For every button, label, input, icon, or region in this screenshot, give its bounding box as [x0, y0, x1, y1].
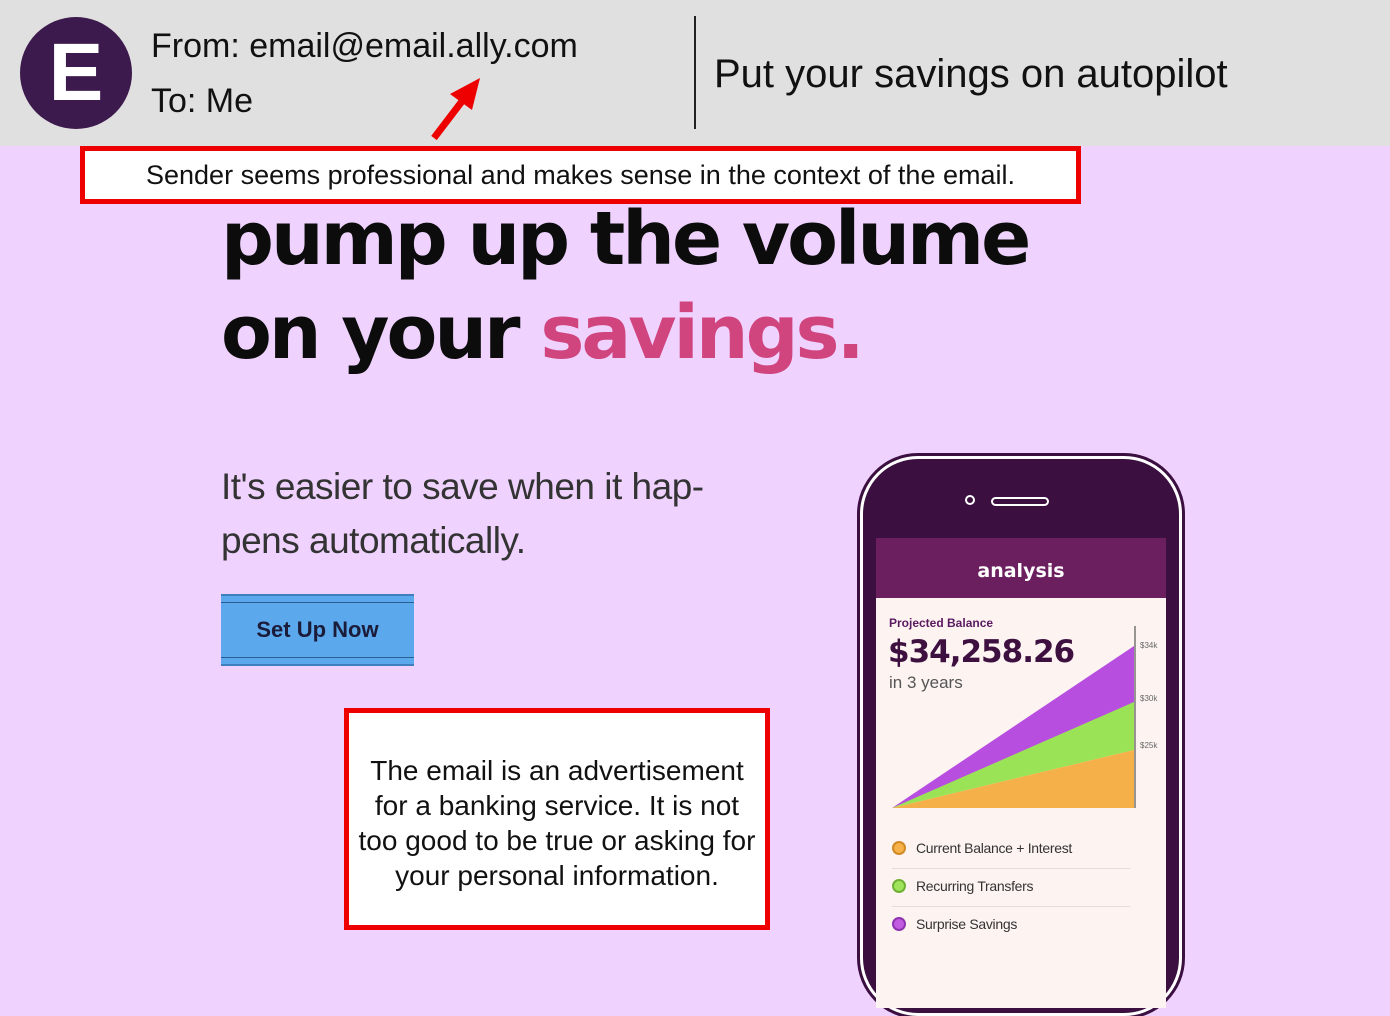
speaker-icon [991, 497, 1049, 506]
lead-line-1: It's easier to save when it hap- [221, 466, 704, 507]
sender-avatar: E [20, 17, 132, 129]
chart-tick-label: $30k [1140, 694, 1158, 703]
email-subject: Put your savings on autopilot [714, 52, 1228, 96]
legend-label: Current Balance + Interest [916, 840, 1073, 856]
lead-text: It's easier to save when it hap- pens au… [221, 460, 781, 568]
email-header: E From: email@email.ally.com To: Me Put … [0, 0, 1390, 146]
headline-prefix: on your [221, 290, 541, 376]
headline-line-2: on your savings. [221, 290, 865, 376]
chart-tick-label: $25k [1140, 741, 1158, 750]
legend-dot-icon [892, 841, 906, 855]
legend-dot-icon [892, 917, 906, 931]
headline-line-1: pump up the volume [221, 196, 1031, 282]
annotation-arrow-icon [431, 78, 480, 141]
phone-screen: analysis Projected Balance $34,258.26 in… [876, 538, 1166, 1008]
headline-highlight: savings. [540, 290, 864, 376]
lead-line-2: pens automatically. [221, 520, 526, 561]
legend-label: Surprise Savings [916, 916, 1018, 932]
camera-icon [965, 495, 975, 505]
phone-mockup: analysis Projected Balance $34,258.26 in… [860, 456, 1182, 1016]
sender-address: From: email@email.ally.com [151, 27, 578, 65]
sender-annotation: Sender seems professional and makes sens… [80, 146, 1081, 204]
set-up-now-label: Set Up Now [221, 602, 414, 658]
legend-label: Recurring Transfers [916, 878, 1034, 894]
set-up-now-button[interactable]: Set Up Now [221, 594, 414, 666]
recipient: To: Me [151, 82, 254, 120]
legend-item-surprise-savings: Surprise Savings [892, 906, 1130, 944]
legend-dot-icon [892, 879, 906, 893]
header-divider [694, 16, 696, 129]
chart-tick-label: $34k [1140, 641, 1158, 650]
legend-item-recurring-transfers: Recurring Transfers [892, 868, 1130, 907]
content-annotation: The email is an advertisement for a bank… [344, 708, 770, 930]
legend-item-current-balance: Current Balance + Interest [892, 830, 1130, 869]
projection-chart: $34k $30k $25k [892, 626, 1158, 808]
